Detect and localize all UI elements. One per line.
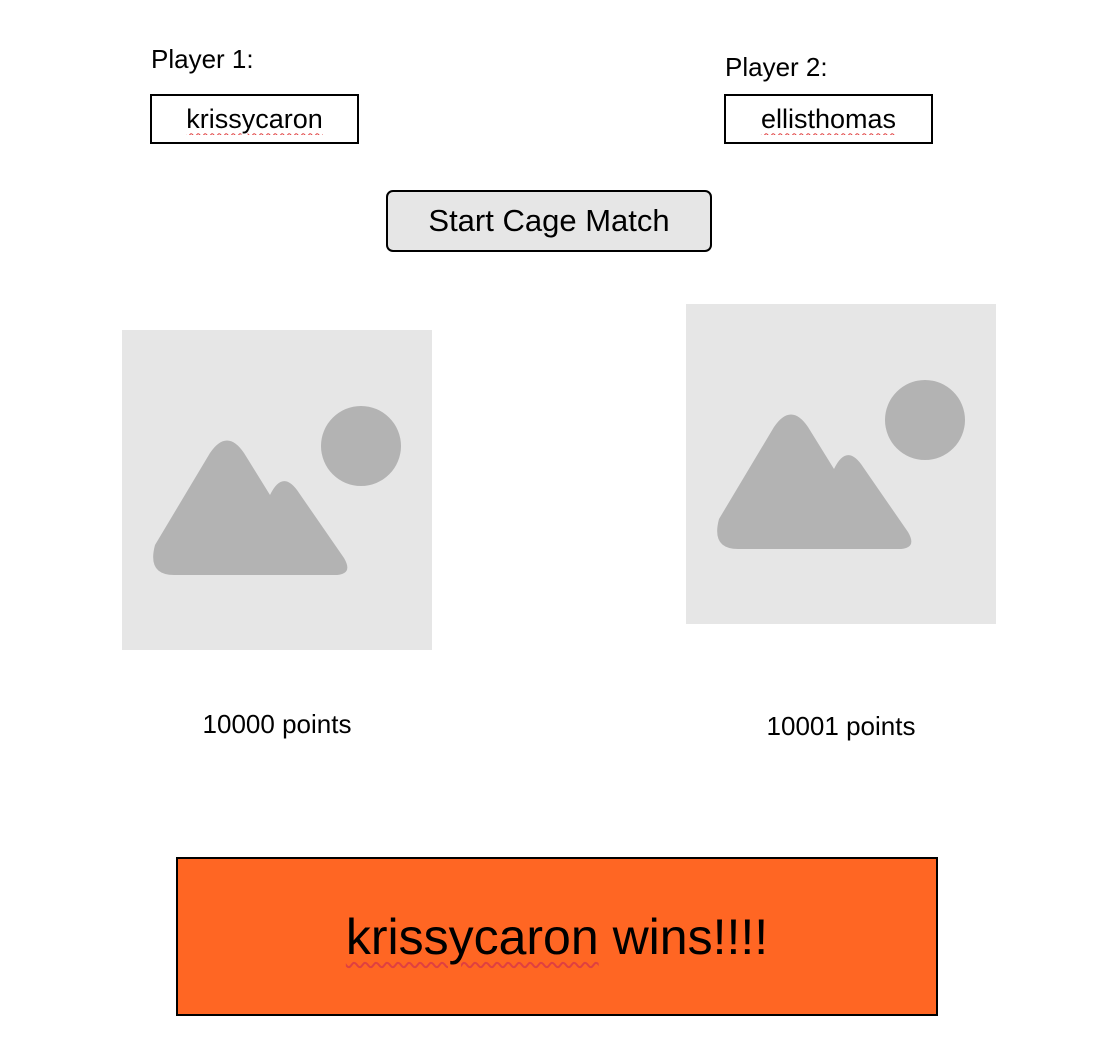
image-placeholder-icon bbox=[153, 406, 401, 575]
cage-match-page: Player 1: Player 2: Start Cage Match 100… bbox=[0, 0, 1102, 1042]
winner-suffix: wins!!!! bbox=[598, 908, 769, 965]
player-1-username-input[interactable] bbox=[150, 94, 359, 144]
player-1-avatar bbox=[122, 330, 432, 650]
player-2-avatar bbox=[686, 304, 996, 624]
start-cage-match-button[interactable]: Start Cage Match bbox=[386, 190, 712, 252]
player-1-points: 10000 points bbox=[202, 709, 352, 739]
winner-banner: krissycaron wins!!!! bbox=[176, 857, 938, 1016]
image-placeholder-icon bbox=[717, 380, 965, 549]
player-2-points: 10001 points bbox=[766, 711, 916, 741]
player-2-label: Player 2: bbox=[725, 52, 828, 82]
player-2-username-input[interactable] bbox=[724, 94, 933, 144]
winner-name: krissycaron bbox=[345, 908, 599, 965]
player-1-label: Player 1: bbox=[151, 44, 254, 74]
